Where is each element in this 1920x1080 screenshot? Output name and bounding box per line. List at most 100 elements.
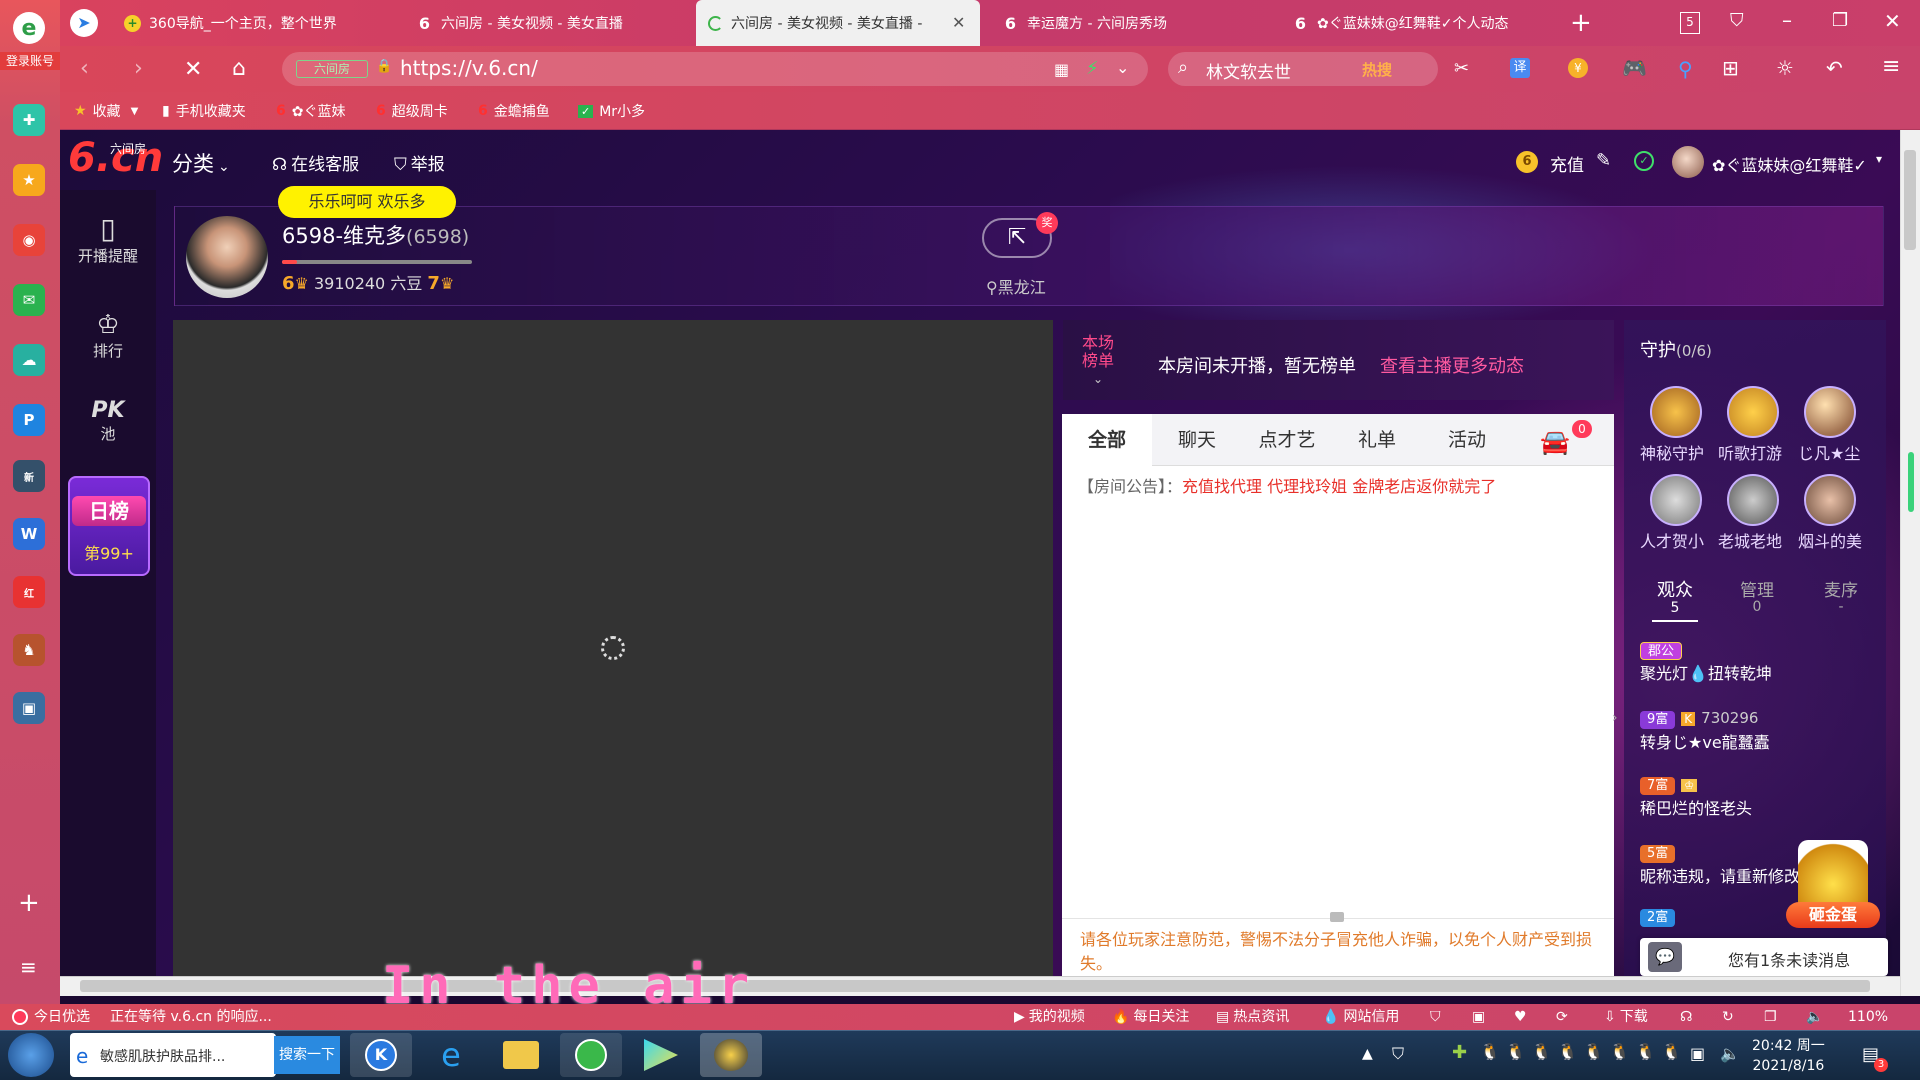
bookmark-lanmeimei[interactable]: 6 ✿ぐ蓝妹 bbox=[276, 100, 345, 122]
clock[interactable]: 20:42 周一 2021/8/16 bbox=[1752, 1036, 1825, 1076]
tab-gifts[interactable]: 礼单 bbox=[1332, 414, 1422, 466]
online-service[interactable]: ☊ 在线客服 bbox=[272, 150, 359, 175]
start-button[interactable] bbox=[8, 1033, 54, 1077]
bookmark-fishing[interactable]: 6 金蟾捕鱼 bbox=[478, 100, 550, 122]
audience-row[interactable]: 郡公 聚光灯💧扭转乾坤 bbox=[1640, 640, 1772, 684]
streamer-name[interactable]: 6598-维克多(6598) bbox=[282, 220, 469, 250]
coin-icon[interactable]: 6 bbox=[1516, 151, 1538, 173]
undo-icon[interactable]: ↶ bbox=[1826, 56, 1843, 80]
cloud-icon[interactable]: ☁ bbox=[13, 344, 45, 376]
p-app-icon[interactable]: P bbox=[13, 404, 45, 436]
grid-icon[interactable]: ⊞ bbox=[1722, 56, 1739, 80]
refresh-icon[interactable]: ↻ bbox=[1722, 1004, 1734, 1030]
zoom-level[interactable]: 110% bbox=[1848, 1004, 1888, 1030]
health-icon[interactable]: ♥ bbox=[1514, 1004, 1527, 1030]
coin-icon[interactable]: ¥ bbox=[1568, 58, 1588, 78]
tray-360-icon[interactable]: ✚ bbox=[1452, 1042, 1467, 1063]
tray-qq-icons[interactable]: 🐧🐧🐧🐧🐧🐧🐧🐧 bbox=[1480, 1042, 1687, 1061]
guard-name[interactable]: 神秘守护 bbox=[1640, 440, 1704, 464]
site-credit[interactable]: 💧 网站信用 bbox=[1322, 1004, 1399, 1030]
category-menu[interactable]: 分类 ⌄ bbox=[172, 148, 230, 178]
headphones-icon[interactable]: ☊ bbox=[1680, 1004, 1692, 1030]
close-tab-icon[interactable]: ✕ bbox=[952, 13, 965, 32]
chevron-down-icon[interactable]: ⌄ bbox=[1116, 58, 1129, 77]
shield-status-icon[interactable]: ⛉ bbox=[1430, 1004, 1441, 1030]
vertical-scrollbar[interactable] bbox=[1900, 130, 1920, 996]
window-icon[interactable]: ❐ bbox=[1764, 1004, 1777, 1030]
audience-row[interactable]: 2富 bbox=[1640, 906, 1681, 927]
guard-avatar[interactable] bbox=[1650, 474, 1702, 526]
maximize-icon[interactable]: ❐ bbox=[1832, 10, 1848, 31]
guard-name[interactable]: 烟斗的美 bbox=[1798, 528, 1862, 552]
tab-360[interactable]: + 360导航_一个主页，整个世界 bbox=[112, 0, 396, 46]
tab-activity[interactable]: 活动 bbox=[1422, 414, 1512, 466]
broadcast-remind[interactable]: ▯ 开播提醒 bbox=[60, 212, 156, 266]
taskbar-player[interactable] bbox=[630, 1033, 692, 1077]
guard-avatar[interactable] bbox=[1650, 386, 1702, 438]
image-icon[interactable]: ▣ bbox=[1472, 1004, 1485, 1030]
check-icon[interactable]: ✓ bbox=[1634, 151, 1654, 171]
audience-row[interactable]: 9富 K 730296 转身じ★ve龍蠶蠹 bbox=[1640, 708, 1770, 753]
v-scroll-thumb[interactable] bbox=[1904, 150, 1916, 250]
url-text[interactable]: https://v.6.cn/ bbox=[400, 56, 538, 80]
volume-icon[interactable]: 🔈 bbox=[1720, 1044, 1740, 1063]
mail-icon[interactable]: ✉ bbox=[13, 284, 45, 316]
guard-name[interactable]: 老城老地 bbox=[1718, 528, 1782, 552]
guard-avatar[interactable] bbox=[1804, 386, 1856, 438]
gamepad-icon[interactable]: 🎮 bbox=[1622, 56, 1647, 80]
audience-row[interactable]: 7富 ♔ 稀巴烂的怪老头 bbox=[1640, 774, 1752, 819]
streamer-avatar[interactable] bbox=[186, 216, 268, 298]
game-app-icon[interactable]: ♞ bbox=[13, 634, 45, 666]
qr-icon[interactable]: ▦ bbox=[1054, 60, 1069, 79]
tab-lucky-cube[interactable]: 6 幸运魔方 - 六间房秀场 bbox=[990, 0, 1274, 46]
word-icon[interactable]: W bbox=[13, 518, 45, 550]
guard-avatar[interactable] bbox=[1727, 386, 1779, 438]
new-tab-icon[interactable]: + bbox=[1570, 8, 1592, 38]
magnifier-icon[interactable]: ⚲ bbox=[1678, 57, 1693, 81]
menu-icon[interactable]: ≡ bbox=[20, 955, 37, 979]
search-query[interactable]: 林文软去世 bbox=[1206, 58, 1291, 83]
pk-pool-nav[interactable]: PK 池 bbox=[60, 398, 156, 444]
report-link[interactable]: ⛉ 举报 bbox=[394, 150, 445, 175]
guard-name[interactable]: じ凡★尘 bbox=[1798, 440, 1860, 464]
rank-label[interactable]: 本场 榜单 ⌄ bbox=[1082, 334, 1114, 388]
daily-follow[interactable]: 🔥 每日关注 bbox=[1112, 1004, 1189, 1030]
translate-icon[interactable]: 译 bbox=[1510, 58, 1530, 78]
brightness-icon[interactable]: ☼ bbox=[1776, 56, 1794, 80]
tab-admin[interactable]: 管理 0 bbox=[1722, 576, 1792, 615]
news-app-icon[interactable]: 新 bbox=[13, 460, 45, 492]
hot-news[interactable]: ▤ 热点资讯 bbox=[1216, 1004, 1289, 1030]
tab-count[interactable]: 5 bbox=[1680, 12, 1700, 34]
speedup-icon[interactable]: ⟳ bbox=[1556, 1004, 1568, 1030]
download-link[interactable]: ⇩ 下载 bbox=[1604, 1004, 1648, 1030]
browser-logo-icon[interactable]: e bbox=[13, 12, 45, 44]
weibo-icon[interactable]: ◉ bbox=[13, 224, 45, 256]
smash-egg-button[interactable]: 砸金蛋 bbox=[1786, 902, 1880, 928]
speed-icon[interactable]: ⚡ bbox=[1086, 58, 1099, 79]
menu-icon[interactable]: ≡ bbox=[1882, 54, 1900, 79]
ranking-nav[interactable]: ♔ 排行 bbox=[60, 310, 156, 361]
send-icon[interactable]: ➤ bbox=[70, 9, 98, 37]
tray-shield-icon[interactable]: ⛉ bbox=[1392, 1044, 1404, 1064]
minimize-icon[interactable]: – bbox=[1782, 8, 1792, 32]
close-window-icon[interactable]: ✕ bbox=[1884, 9, 1901, 33]
tab-chat[interactable]: 聊天 bbox=[1152, 414, 1242, 466]
more-updates-link[interactable]: 查看主播更多动态 bbox=[1380, 352, 1524, 378]
tab-6cn-active[interactable]: 六间房 - 美女视频 - 美女直播 - ✕ bbox=[696, 0, 980, 46]
car-icon[interactable]: 🚘 bbox=[1540, 428, 1570, 456]
collapse-arrow-icon[interactable]: › bbox=[1612, 710, 1624, 740]
taskbar-360[interactable] bbox=[560, 1033, 622, 1077]
taskbar-app-k[interactable]: K bbox=[350, 1033, 412, 1077]
bookmark-mobile[interactable]: ▮ 手机收藏夹 bbox=[162, 100, 246, 122]
network-icon[interactable]: ▣ bbox=[1690, 1044, 1705, 1063]
star-icon[interactable]: ★ bbox=[13, 164, 45, 196]
my-videos[interactable]: ▶ 我的视频 bbox=[1014, 1004, 1085, 1030]
back-icon[interactable]: ‹ bbox=[80, 56, 89, 81]
chevron-down-icon[interactable]: ▾ bbox=[1876, 152, 1882, 166]
scissors-icon[interactable]: ✂ bbox=[1454, 58, 1469, 79]
edit-icon[interactable]: ✎ bbox=[1596, 150, 1611, 171]
taskbar-ie[interactable]: e bbox=[420, 1033, 482, 1077]
bookmark-mrxiaoduo[interactable]: ✓ Mr小多 bbox=[578, 100, 645, 122]
guard-avatar[interactable] bbox=[1727, 474, 1779, 526]
hot-search-label[interactable]: 热搜 bbox=[1362, 59, 1392, 80]
